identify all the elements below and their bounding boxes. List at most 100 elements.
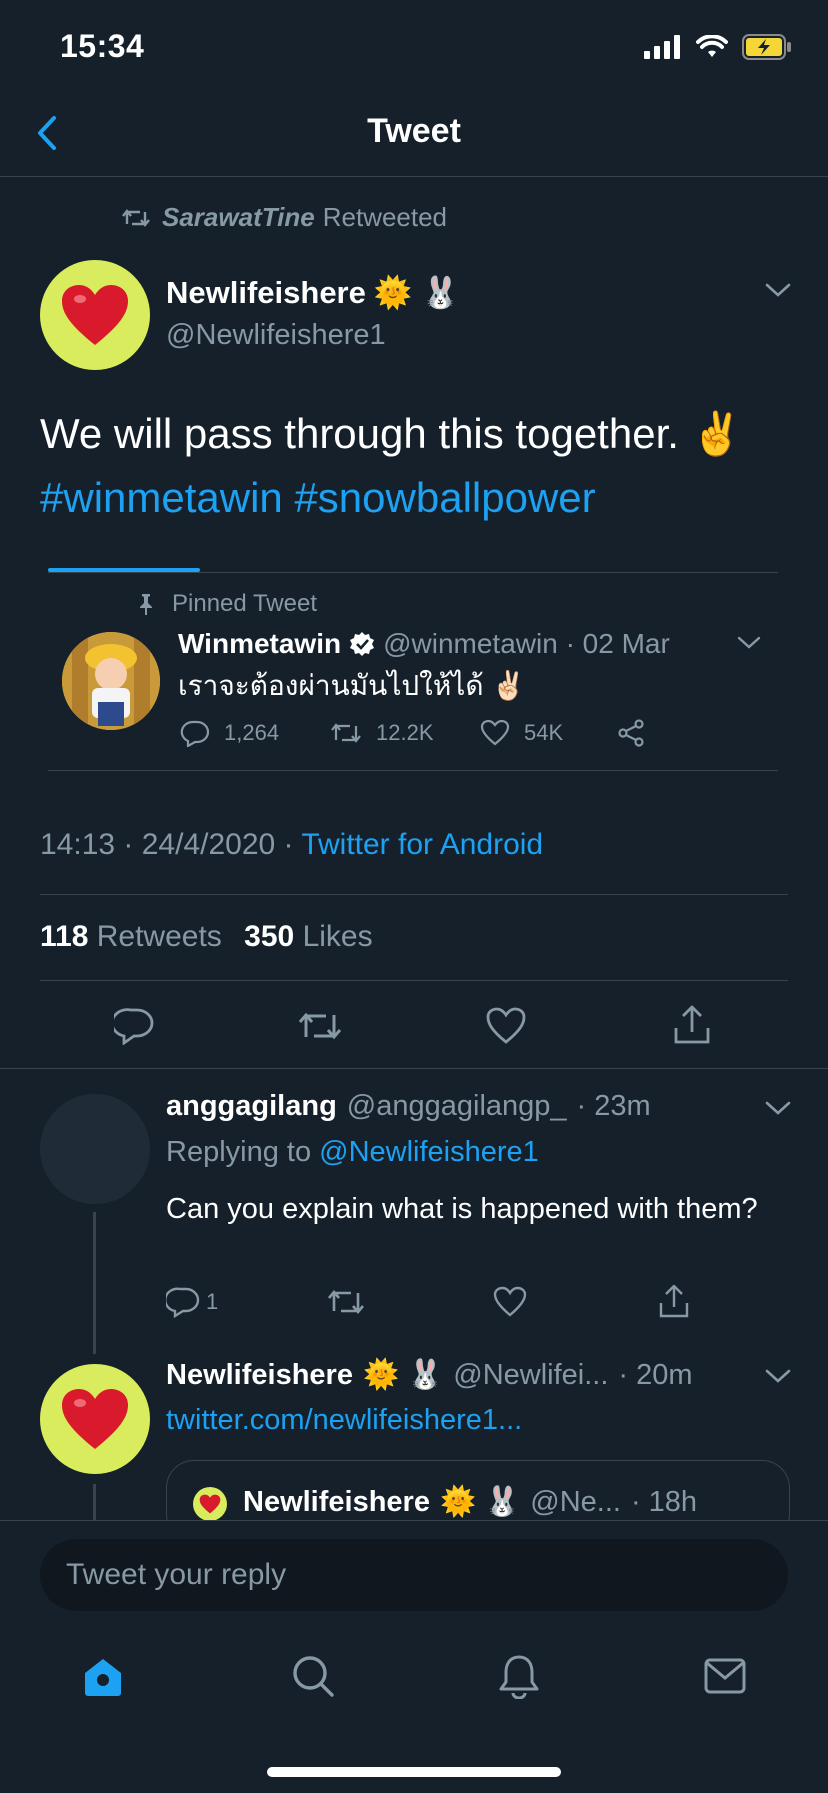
reply2-menu-button[interactable] <box>764 1366 792 1386</box>
reply-avatar[interactable] <box>40 1094 150 1204</box>
tweet-source[interactable]: Twitter for Android <box>301 828 543 861</box>
reply2-link[interactable]: twitter.com/newlifeishere1... <box>166 1404 522 1437</box>
reply2-author-name[interactable]: Newlifeishere <box>166 1359 353 1392</box>
battery-icon <box>742 34 792 60</box>
tab-search[interactable] <box>290 1653 336 1699</box>
card-bottom-border <box>48 770 778 771</box>
share-icon <box>618 719 644 747</box>
like-button[interactable] <box>484 1004 528 1048</box>
reply2-author-handle[interactable]: @Newlifei... <box>453 1359 608 1392</box>
wifi-icon <box>696 35 728 59</box>
tweet-text: We will pass through this together. ✌️ <box>40 410 743 457</box>
share-icon <box>659 1284 689 1318</box>
retweet-count: 118 <box>40 920 89 953</box>
heart-icon <box>493 1286 527 1317</box>
reply-icon <box>166 1287 200 1318</box>
home-icon <box>85 1659 121 1696</box>
reply-retweet-button[interactable] <box>326 1284 366 1320</box>
winmetawin-avatar[interactable] <box>62 632 160 730</box>
retweet-count-label: Retweets <box>96 920 222 953</box>
pinned-reply-button[interactable]: 1,264 <box>180 719 330 747</box>
reply-author-handle[interactable]: @anggagilangp_ <box>347 1090 567 1123</box>
tweet-meta: 14:13 · 24/4/2020 · Twitter for Android <box>40 828 543 862</box>
engagement-counts: 118 Retweets 350 Likes <box>40 920 373 954</box>
reply-icon <box>180 720 210 747</box>
status-time: 15:34 <box>60 28 145 64</box>
retweet-icon <box>328 1289 364 1315</box>
replying-to-line: Replying to @Newlifeishere1 <box>166 1136 539 1169</box>
replying-to-handle[interactable]: @Newlifeishere1 <box>319 1136 539 1168</box>
retweet-icon <box>122 206 150 230</box>
retweet-button[interactable] <box>296 1004 344 1048</box>
pinned-label-row: Pinned Tweet <box>136 590 317 618</box>
retweets-stat[interactable]: 118 Retweets <box>40 920 222 953</box>
heart-icon <box>480 720 510 746</box>
meta-divider <box>40 894 788 895</box>
nav-divider <box>0 176 828 177</box>
likes-stat[interactable]: 350 Likes <box>244 920 372 953</box>
reply-reply-button[interactable]: 1 <box>166 1286 218 1318</box>
pinned-share-button[interactable] <box>616 718 646 748</box>
pinned-like-button[interactable]: 54K <box>480 720 616 746</box>
home-indicator <box>267 1767 561 1777</box>
heart-emoji-icon <box>62 1389 128 1449</box>
actions-divider <box>0 1068 828 1069</box>
pinned-header: Winmetawin @winmetawin · 02 Mar <box>178 628 670 660</box>
reply-like-button[interactable] <box>492 1284 528 1320</box>
reply-menu-button[interactable] <box>764 1098 792 1118</box>
tab-home[interactable] <box>80 1653 126 1699</box>
reply2-header: Newlifeishere 🌞 🐰 @Newlifei... · 20m <box>166 1358 693 1392</box>
reply-input[interactable]: Tweet your reply <box>40 1539 788 1611</box>
pin-icon <box>136 593 156 615</box>
card-top-border <box>48 572 778 573</box>
author-name[interactable]: Newlifeishere <box>166 275 366 311</box>
mail-icon <box>704 1658 746 1694</box>
search-icon <box>293 1656 334 1697</box>
retweet-icon <box>331 723 361 743</box>
card-progress-indicator <box>48 568 200 572</box>
tweet-hashtags[interactable]: #winmetawin #snowballpower <box>40 466 800 530</box>
pinned-handle-time: @winmetawin · 02 Mar <box>383 628 670 659</box>
tweet-menu-button[interactable] <box>764 280 792 300</box>
pinned-text: เราจะต้องผ่านมันไปให้ได้ ✌🏻 <box>178 670 527 701</box>
thread-line <box>93 1212 96 1354</box>
reply-icon <box>114 1008 154 1045</box>
reply-share-button[interactable] <box>656 1282 692 1320</box>
like-count-label: Likes <box>302 920 373 953</box>
pinned-actions: 1,264 12.2K 54K <box>180 718 646 748</box>
tweet-body: We will pass through this together. ✌️ #… <box>40 402 800 530</box>
page-title: Tweet <box>367 112 461 150</box>
chevron-down-icon <box>737 636 761 649</box>
reply-button[interactable] <box>112 1004 156 1048</box>
author-handle[interactable]: @Newlifeishere1 <box>166 319 460 352</box>
pinned-retweet-button[interactable]: 12.2K <box>330 720 480 746</box>
author-avatar[interactable] <box>40 260 150 370</box>
retweet-label: Retweeted <box>322 202 448 232</box>
tweet-timestamp: 14:13 · 24/4/2020 · <box>40 828 294 861</box>
pinned-author-name[interactable]: Winmetawin <box>178 628 341 660</box>
retweet-context: SarawatTine Retweeted <box>122 202 447 233</box>
reply-reply-count: 1 <box>206 1289 219 1314</box>
reply2-time: · 20m <box>618 1358 693 1391</box>
heart-emoji-icon <box>199 1494 221 1514</box>
share-icon <box>674 1005 710 1044</box>
bell-icon <box>499 1655 539 1699</box>
status-icons <box>644 34 792 60</box>
quoted-header: Newlifeishere 🌞 🐰 @Ne... · 18h <box>243 1485 697 1519</box>
tab-messages[interactable] <box>702 1653 748 1699</box>
pinned-reply-count: 1,264 <box>224 720 280 745</box>
reply-time: · 23m <box>576 1090 651 1122</box>
retweet-icon <box>298 1012 342 1040</box>
replying-to-label: Replying to <box>166 1136 312 1168</box>
pinned-menu-button[interactable] <box>736 634 762 652</box>
author-emoji: 🌞 🐰 <box>373 275 460 310</box>
quoted-author-handle: @Ne... <box>530 1485 621 1518</box>
tab-notifications[interactable] <box>496 1653 542 1699</box>
quoted-time: · 18h <box>630 1485 698 1518</box>
share-button[interactable] <box>670 1002 714 1048</box>
thread-line-2 <box>93 1484 96 1520</box>
chevron-down-icon <box>765 1369 791 1383</box>
reply2-avatar[interactable] <box>40 1364 150 1474</box>
reply-author-name[interactable]: anggagilang <box>166 1090 337 1123</box>
retweeter-name[interactable]: SarawatTine <box>162 202 315 233</box>
